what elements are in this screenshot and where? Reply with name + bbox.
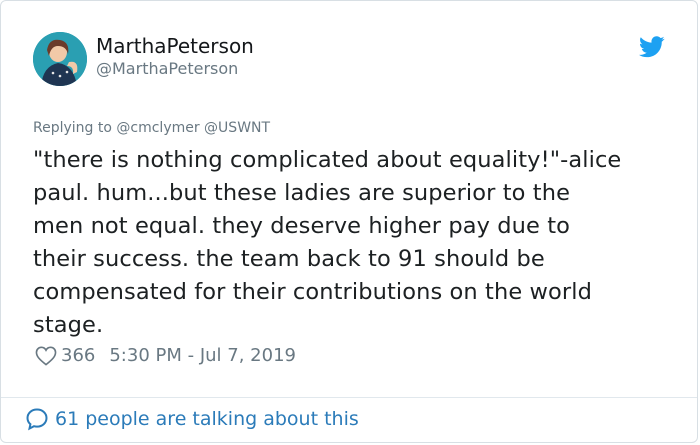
- reply-context: Replying to @cmclymer @USWNT: [33, 120, 270, 136]
- tweet-line: paul. hum...but these ladies are superio…: [33, 180, 571, 206]
- author-names: MarthaPeterson @MarthaPeterson: [96, 34, 254, 80]
- tweet-line: stage.: [33, 312, 104, 338]
- tweet-card: MarthaPeterson @MarthaPeterson Replying …: [0, 0, 698, 443]
- tweet-line: compensated for their contributions on t…: [33, 279, 592, 305]
- reply-mentions[interactable]: @cmclymer @USWNT: [116, 120, 270, 136]
- display-name[interactable]: MarthaPeterson: [96, 34, 254, 58]
- like-count[interactable]: 366: [61, 345, 95, 366]
- tweet-line: their success. the team back to 91 shoul…: [33, 246, 545, 272]
- tweet-text: "there is nothing complicated about equa…: [33, 144, 673, 342]
- speech-bubble-icon: [26, 408, 48, 431]
- user-handle[interactable]: @MarthaPeterson: [96, 58, 254, 80]
- reply-prefix: Replying to: [33, 120, 112, 136]
- tweet-line: "there is nothing complicated about equa…: [33, 147, 622, 173]
- tweet-meta: 366 5:30 PM - Jul 7, 2019: [35, 345, 296, 366]
- timestamp[interactable]: 5:30 PM - Jul 7, 2019: [109, 345, 296, 366]
- avatar-illustration: [33, 32, 87, 86]
- divider: [1, 397, 697, 398]
- tweet-header: MarthaPeterson @MarthaPeterson: [33, 32, 673, 88]
- tweet-line: men not equal. they deserve higher pay d…: [33, 213, 571, 239]
- talking-count-label[interactable]: 61 people are talking about this: [55, 408, 359, 430]
- conversation-link[interactable]: 61 people are talking about this: [25, 407, 359, 431]
- avatar[interactable]: [33, 32, 87, 86]
- heart-icon[interactable]: [35, 346, 57, 366]
- twitter-bird-icon[interactable]: [639, 36, 665, 58]
